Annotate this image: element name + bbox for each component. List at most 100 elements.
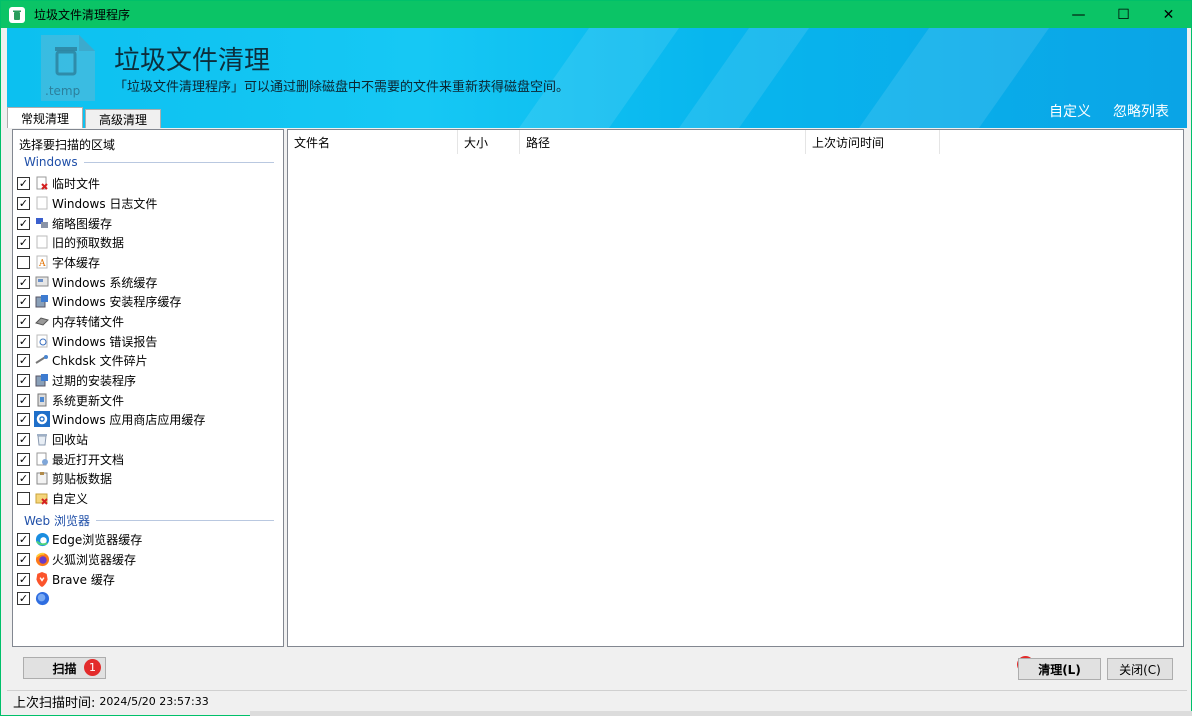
list-item[interactable]: ✓ Windows 日志文件	[17, 194, 157, 212]
checkbox[interactable]: ✓	[17, 235, 30, 249]
file-list-view[interactable]: 文件名 大小 路径 上次访问时间	[287, 129, 1184, 647]
close-window-button[interactable]: ✕	[1146, 1, 1191, 28]
trash-app-icon	[9, 6, 25, 23]
item-label: Windows 系统缓存	[52, 275, 158, 290]
tab-general-clean[interactable]: 常规清理	[7, 107, 84, 128]
checkbox[interactable]	[17, 255, 30, 269]
clipboard-icon	[34, 470, 50, 486]
item-label: Windows 错误报告	[52, 334, 158, 349]
firefox-icon	[34, 551, 50, 567]
list-item[interactable]: ✓ 内存转储文件	[17, 312, 124, 330]
list-item[interactable]: ✓ 火狐浏览器缓存	[17, 550, 136, 568]
checkbox[interactable]: ✓	[17, 412, 30, 426]
list-item[interactable]: ✓ Chkdsk 文件碎片	[17, 351, 148, 369]
list-item[interactable]: 自定义	[17, 489, 88, 507]
close-button[interactable]: 关闭(C)	[1107, 658, 1173, 680]
checkbox[interactable]: ✓	[17, 216, 30, 230]
recycle-bin-icon	[34, 431, 50, 447]
item-label: Edge浏览器缓存	[52, 532, 143, 547]
brave-icon	[34, 571, 50, 587]
item-label: Chkdsk 文件碎片	[52, 353, 148, 368]
checkbox[interactable]: ✓	[17, 452, 30, 466]
last-scan-label: 上次扫描时间:	[13, 696, 96, 711]
checkbox[interactable]: ✓	[17, 591, 30, 605]
list-item[interactable]: ✓ 回收站	[17, 430, 88, 448]
column-headers: 文件名 大小 路径 上次访问时间	[288, 130, 940, 154]
item-label: 内存转储文件	[52, 314, 125, 329]
prefetch-icon	[34, 234, 50, 250]
list-item[interactable]: ✓ 旧的预取数据	[17, 233, 124, 251]
checkbox[interactable]: ✓	[17, 334, 30, 348]
maximize-button[interactable]: ☐	[1101, 1, 1146, 28]
item-label: Windows 日志文件	[52, 196, 158, 211]
customize-link[interactable]: 自定义	[1049, 101, 1091, 121]
list-item[interactable]: ✓ Windows 应用商店应用缓存	[17, 410, 205, 428]
item-label: 临时文件	[52, 176, 101, 191]
checkbox[interactable]: ✓	[17, 294, 30, 308]
column-path[interactable]: 路径	[520, 130, 806, 154]
minimize-button[interactable]: —	[1056, 1, 1101, 28]
list-item[interactable]: ✓ Windows 错误报告	[17, 332, 157, 350]
checkbox[interactable]: ✓	[17, 432, 30, 446]
status-bar: 上次扫描时间: 2024/5/20 23:57:33	[7, 690, 1187, 712]
list-item[interactable]: ✓ 系统更新文件	[17, 391, 124, 409]
checkbox[interactable]: ✓	[17, 275, 30, 289]
item-label: 字体缓存	[52, 255, 101, 270]
checkbox[interactable]: ✓	[17, 471, 30, 485]
item-label: 自定义	[52, 491, 89, 506]
group-title-windows: Windows	[24, 155, 274, 169]
checkbox[interactable]: ✓	[17, 353, 30, 367]
ignore-list-link[interactable]: 忽略列表	[1113, 101, 1169, 121]
chkdsk-icon	[34, 352, 50, 368]
checkbox[interactable]: ✓	[17, 552, 30, 566]
temp-file-logo-icon: .temp	[41, 35, 95, 101]
scan-area-list[interactable]: 选择要扫描的区域 Windows ✓ 临时文件 ✓ Windows 日志文件 ✓…	[12, 129, 284, 647]
scan-step-badge: 1	[84, 659, 101, 676]
recent-docs-icon	[34, 451, 50, 467]
item-label: 旧的预取数据	[52, 235, 125, 250]
item-label: Brave 缓存	[52, 572, 115, 587]
list-item[interactable]: ✓ 缩略图缓存	[17, 214, 112, 232]
column-size[interactable]: 大小	[458, 130, 520, 154]
scan-button[interactable]: 扫描 1	[23, 657, 106, 679]
list-item[interactable]: A 字体缓存	[17, 253, 100, 271]
system-cache-icon	[34, 274, 50, 290]
svg-text:A: A	[38, 259, 46, 269]
checkbox[interactable]: ✓	[17, 196, 30, 210]
column-file-name[interactable]: 文件名	[288, 130, 458, 154]
page-title: 垃圾文件清理	[114, 46, 271, 76]
item-label: 最近打开文档	[52, 452, 125, 467]
title-bar: 垃圾文件清理程序 — ☐ ✕	[1, 1, 1191, 28]
list-item[interactable]: ✓ 剪贴板数据	[17, 469, 112, 487]
list-item[interactable]: ✓ Brave 缓存	[17, 570, 115, 588]
checkbox[interactable]: ✓	[17, 532, 30, 546]
list-item[interactable]: ✓ Windows 系统缓存	[17, 273, 157, 291]
list-item[interactable]: ✓	[17, 589, 52, 607]
checkbox[interactable]	[17, 491, 30, 505]
memory-dump-icon	[34, 313, 50, 329]
window-title: 垃圾文件清理程序	[34, 8, 131, 22]
list-item[interactable]: ✓ Edge浏览器缓存	[17, 530, 142, 548]
item-label: 剪贴板数据	[52, 471, 113, 486]
old-installer-icon	[34, 372, 50, 388]
clean-button[interactable]: 清理(L)	[1018, 658, 1101, 680]
item-label: Windows 安装程序缓存	[52, 294, 182, 309]
checkbox[interactable]: ✓	[17, 393, 30, 407]
item-label: Windows 应用商店应用缓存	[52, 412, 206, 427]
column-last-access[interactable]: 上次访问时间	[806, 130, 940, 154]
checkbox[interactable]: ✓	[17, 373, 30, 387]
item-label: 缩略图缓存	[52, 216, 113, 231]
thumbnail-icon	[34, 215, 50, 231]
list-item[interactable]: ✓ 最近打开文档	[17, 450, 124, 468]
page-description: 「垃圾文件清理程序」可以通过删除磁盘中不需要的文件来重新获得磁盘空间。	[114, 80, 570, 95]
checkbox[interactable]: ✓	[17, 176, 30, 190]
checkbox[interactable]: ✓	[17, 572, 30, 586]
scan-area-header: 选择要扫描的区域	[19, 138, 116, 152]
checkbox[interactable]: ✓	[17, 314, 30, 328]
log-file-icon	[34, 195, 50, 211]
tab-advanced-clean[interactable]: 高级清理	[85, 109, 162, 128]
list-item[interactable]: ✓ Windows 安装程序缓存	[17, 292, 181, 310]
list-item[interactable]: ✓ 临时文件	[17, 174, 100, 192]
list-item[interactable]: ✓ 过期的安装程序	[17, 371, 136, 389]
app-window: 垃圾文件清理程序 — ☐ ✕ .temp 垃圾文件清理 「垃圾文件清理程序」可以…	[0, 0, 1192, 716]
